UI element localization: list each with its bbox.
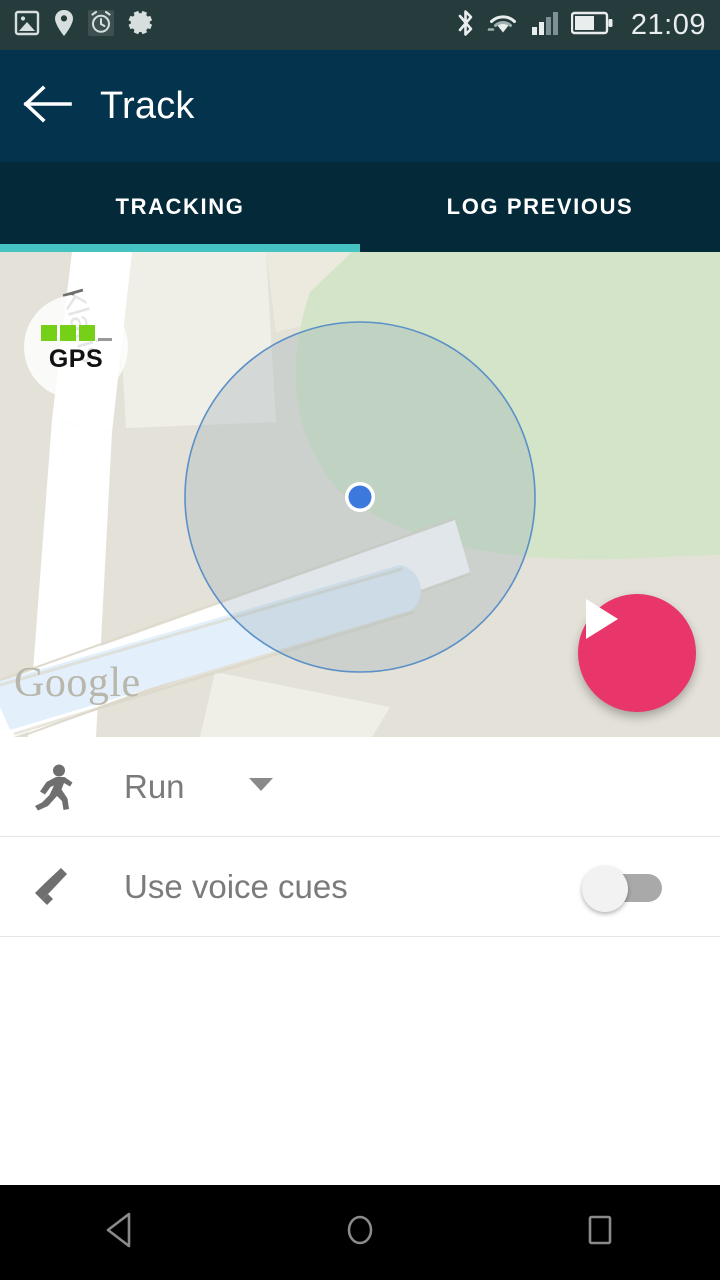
- gps-status-badge: GPS: [24, 295, 128, 399]
- arrow-left-icon: [23, 84, 73, 128]
- gear-icon: [128, 9, 155, 41]
- nav-home-button[interactable]: [300, 1185, 420, 1280]
- settings-list: Run Use voice cues: [0, 737, 720, 1185]
- android-nav-bar: [0, 1185, 720, 1280]
- app-root: 21:09 Track TRACKING LOG PREVIOUS GPS Go…: [0, 0, 720, 1280]
- caret-down-icon[interactable]: [247, 775, 275, 798]
- status-bar-left-icons: [14, 9, 155, 42]
- google-watermark: Google: [14, 660, 141, 706]
- nav-back-button[interactable]: [60, 1185, 180, 1280]
- gps-bar-2: [59, 324, 76, 341]
- running-person-icon: [30, 763, 96, 811]
- app-bar: Track: [0, 50, 720, 162]
- tab-tracking[interactable]: TRACKING: [0, 162, 360, 252]
- image-icon: [14, 10, 40, 41]
- status-bar-clock: 21:09: [630, 8, 706, 41]
- back-button[interactable]: [0, 50, 96, 162]
- gps-signal-bars: [40, 321, 112, 341]
- voice-cues-label: Use voice cues: [124, 867, 348, 905]
- gps-bar-3: [78, 324, 95, 341]
- triangle-back-icon: [102, 1210, 138, 1255]
- wifi-icon: [487, 10, 519, 41]
- tab-active-indicator: [0, 244, 360, 252]
- location-pin-icon: [54, 9, 74, 42]
- gps-bar-4-inactive: [97, 325, 112, 341]
- voice-cues-row[interactable]: Use voice cues: [0, 837, 720, 937]
- status-bar-right-icons: 21:09: [456, 8, 706, 43]
- map-view[interactable]: Klaris GPS Google: [0, 252, 720, 737]
- status-bar: 21:09: [0, 0, 720, 50]
- gps-bar-1: [40, 324, 57, 341]
- megaphone-icon: [30, 865, 96, 909]
- activity-type-row[interactable]: Run: [0, 737, 720, 837]
- toggle-knob: [582, 865, 628, 912]
- bluetooth-icon: [456, 8, 475, 43]
- activity-type-label: Run: [124, 767, 185, 805]
- square-recents-icon: [582, 1209, 618, 1256]
- page-title: Track: [100, 84, 195, 127]
- tab-bar: TRACKING LOG PREVIOUS: [0, 162, 720, 252]
- tab-log-previous[interactable]: LOG PREVIOUS: [360, 162, 720, 252]
- cellular-signal-icon: [531, 10, 559, 41]
- circle-home-icon: [340, 1208, 380, 1257]
- battery-icon: [570, 11, 613, 40]
- nav-recents-button[interactable]: [540, 1185, 660, 1280]
- gps-label: GPS: [48, 344, 104, 373]
- alarm-clock-icon: [88, 9, 114, 41]
- voice-cues-toggle[interactable]: [582, 865, 662, 912]
- start-tracking-fab[interactable]: [578, 594, 696, 712]
